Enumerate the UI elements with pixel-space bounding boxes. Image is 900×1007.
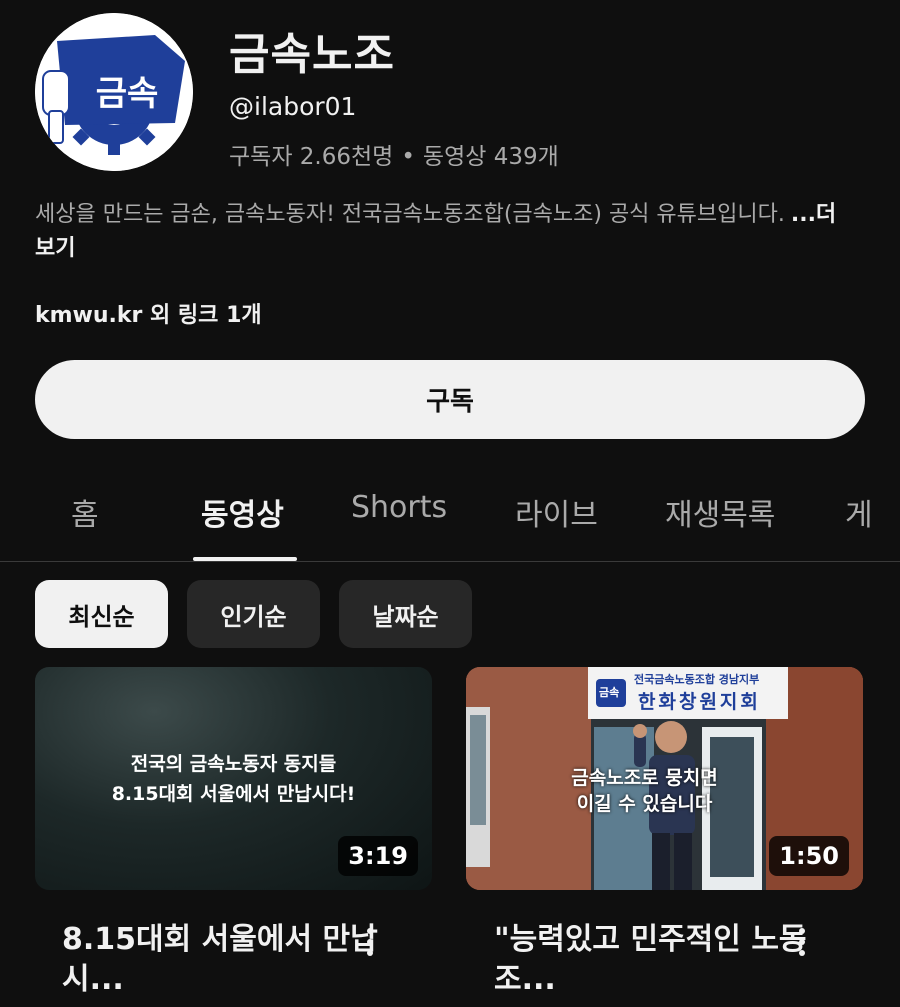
video-count: 동영상 439개 xyxy=(422,144,559,170)
tab-community[interactable]: 게 xyxy=(845,490,873,534)
thumbnail-caption-line: 이길 수 있습니다 xyxy=(576,793,713,815)
channel-name: 금속노조 xyxy=(229,29,395,80)
channel-tabs: 홈 동영상 Shorts 라이브 재생목록 게 xyxy=(0,478,900,562)
stats-separator: • xyxy=(401,144,415,170)
subscribe-button[interactable]: 구독 xyxy=(35,360,865,439)
channel-stats: 구독자 2.66천명 • 동영상 439개 xyxy=(229,137,559,171)
channel-handle: @ilabor01 xyxy=(229,92,357,121)
tab-playlists[interactable]: 재생목록 xyxy=(665,490,775,534)
more-options-icon[interactable] xyxy=(790,925,814,965)
kmwu-logo-icon: 금속 xyxy=(35,13,193,171)
tab-shorts[interactable]: Shorts xyxy=(351,490,447,525)
tab-live[interactable]: 라이브 xyxy=(515,490,598,534)
sign-title: 한화창원지회 xyxy=(638,691,761,713)
description-text: 세상을 만드는 금손, 금속노동자! 전국금속노동조합(금속노조) 공식 유튜브… xyxy=(35,202,785,227)
tab-videos[interactable]: 동영상 xyxy=(201,490,284,534)
video-title[interactable]: 8.15대회 서울에서 만납시... xyxy=(62,920,382,1000)
sign-logo: 금속 xyxy=(599,686,620,699)
thumbnail-caption-line: 8.15대회 서울에서 만납시다! xyxy=(111,783,356,805)
active-tab-indicator xyxy=(193,557,297,561)
channel-description[interactable]: 세상을 만드는 금손, 금속노동자! 전국금속노동조합(금속노조) 공식 유튜브… xyxy=(35,198,855,266)
channel-links[interactable]: kmwu.kr 외 링크 1개 xyxy=(35,297,262,329)
chip-popular[interactable]: 인기순 xyxy=(187,580,320,648)
video-thumbnail[interactable]: 전국금속노동조합 경남지부 한화창원지회 금속 금속노조로 뭉치면 이길 수 있… xyxy=(466,667,863,890)
sign-text: 전국금속노동조합 경남지부 xyxy=(634,673,760,686)
chip-latest[interactable]: 최신순 xyxy=(35,580,168,648)
subscriber-count: 구독자 2.66천명 xyxy=(229,144,394,170)
duration-badge: 3:19 xyxy=(338,836,418,876)
video-title[interactable]: "능력있고 민주적인 노동조... xyxy=(494,920,814,1000)
video-thumbnail[interactable]: 전국의 금속노동자 동지들 8.15대회 서울에서 만납시다! 3:19 xyxy=(35,667,432,890)
more-options-icon[interactable] xyxy=(358,925,382,965)
duration-badge: 1:50 xyxy=(769,836,849,876)
tab-home[interactable]: 홈 xyxy=(71,490,99,534)
avatar-text: 금속 xyxy=(96,74,159,114)
channel-avatar[interactable]: 금속 xyxy=(35,13,193,171)
thumbnail-caption-line: 전국의 금속노동자 동지들 xyxy=(130,753,337,775)
chip-oldest[interactable]: 날짜순 xyxy=(339,580,472,648)
